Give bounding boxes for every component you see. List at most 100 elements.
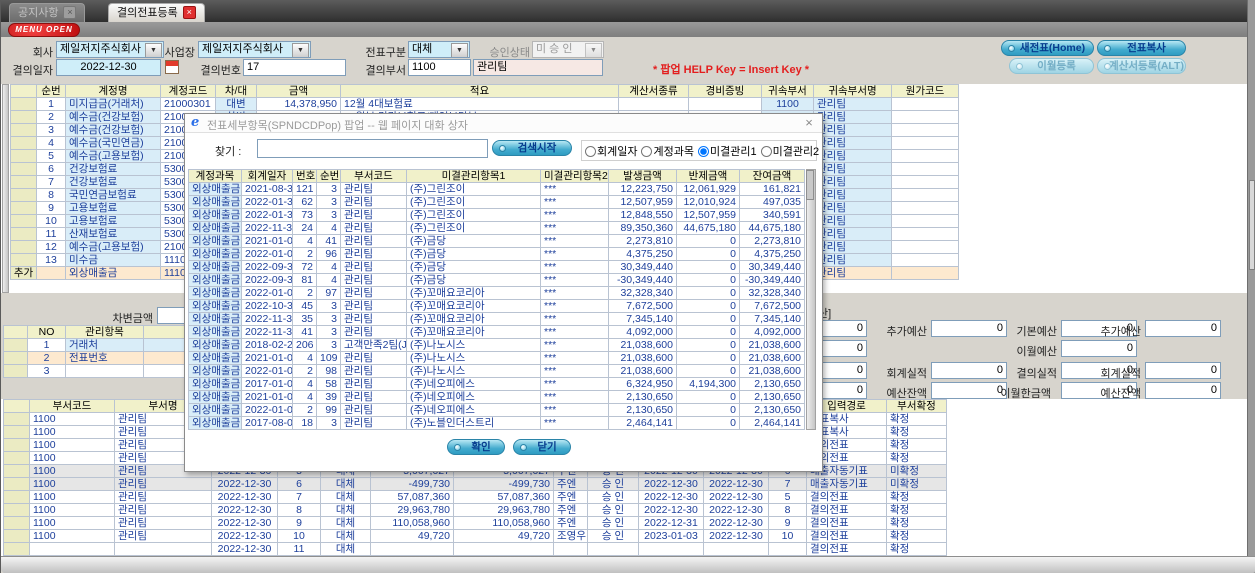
cell: 2022-12-30 bbox=[703, 503, 769, 517]
find-input[interactable] bbox=[257, 139, 488, 158]
table-row[interactable]: 외상매출금2022-10-31453관리팀(주)꼬매요코리아***7,672,5… bbox=[188, 299, 805, 313]
radio-icon[interactable] bbox=[585, 146, 596, 157]
cell: 57,087,360 bbox=[370, 490, 454, 504]
table-row[interactable]: 외상매출금2022-01-31733관리팀(주)그린조이***12,848,55… bbox=[188, 208, 805, 222]
cell: 4 bbox=[292, 351, 317, 365]
table-row[interactable]: 2022-12-30 11 대체 결의전표 확정 bbox=[3, 542, 947, 556]
radio-icon[interactable] bbox=[760, 146, 772, 157]
table-row[interactable]: 외상매출금2017-01-00458관리팀(주)네오피에스***6,324,95… bbox=[188, 377, 805, 391]
tab-notice[interactable]: 공지사항 × bbox=[9, 3, 86, 23]
site-select[interactable]: 제일저지주식회사 ▼ bbox=[198, 41, 311, 58]
table-row[interactable]: 외상매출금2022-11-30353관리팀(주)꼬매요코리아***7,345,1… bbox=[188, 312, 805, 326]
table-row[interactable]: 외상매출금2022-01-00297관리팀(주)꼬매요코리아***32,328,… bbox=[188, 286, 805, 300]
budget-value-field[interactable]: 0 bbox=[931, 320, 1007, 337]
table-row[interactable]: 1100 관리팀 2022-12-30 10 대체 49,720 49,720 조영우 승 인2… bbox=[3, 529, 947, 543]
cell: 58 bbox=[316, 377, 341, 391]
budget-value-field[interactable]: 0 bbox=[931, 362, 1007, 379]
cell bbox=[3, 477, 30, 491]
chevron-down-icon[interactable]: ▼ bbox=[292, 43, 309, 57]
cell: 외상매출금 bbox=[188, 351, 242, 365]
table-row[interactable]: 1100 관리팀 2022-12-30 6 대체 -499,730 -499,730 주엔 승 … bbox=[3, 477, 947, 491]
tab-slip-register[interactable]: 결의전표등록 × bbox=[108, 3, 205, 23]
radio-2[interactable]: 계정과목 bbox=[641, 146, 694, 158]
radio-icon[interactable] bbox=[641, 146, 653, 157]
table-row[interactable]: 외상매출금2022-11-30413관리팀(주)꼬매요코리아***4,092,0… bbox=[188, 325, 805, 339]
table-row[interactable]: 1100 관리팀 2022-12-30 7 대체 57,087,360 57,087,360… bbox=[3, 490, 947, 504]
cell bbox=[10, 110, 37, 124]
table-row[interactable]: 외상매출금2017-08-01183관리팀(주)노블인더스트리***2,464,… bbox=[188, 416, 805, 430]
budget-value-field[interactable]: 0 bbox=[1061, 340, 1137, 357]
table-row[interactable]: 외상매출금2022-01-00298관리팀(주)나노시스***21,038,60… bbox=[188, 364, 805, 378]
table-row[interactable]: 외상매출금2021-08-311213관리팀(주)그린조이***12,223,7… bbox=[188, 182, 805, 196]
cell bbox=[891, 110, 959, 124]
cell: (주)금당 bbox=[406, 247, 541, 261]
table-row[interactable]: 1100 관리팀 2022-12-30 9 대체 110,058,960 110,058,9… bbox=[3, 516, 947, 530]
table-row[interactable]: 외상매출금2022-01-00299관리팀(주)네오피에스***2,130,65… bbox=[188, 403, 805, 417]
tab-close-icon[interactable]: × bbox=[182, 6, 196, 19]
popup-scrollbar-thumb[interactable] bbox=[806, 170, 814, 200]
budget-value-field[interactable]: 0 bbox=[1145, 320, 1221, 337]
cell bbox=[891, 266, 959, 280]
search-start-button[interactable]: 검색시작 bbox=[492, 140, 572, 156]
popup-scrollbar[interactable] bbox=[806, 169, 816, 430]
chevron-down-icon[interactable]: ▼ bbox=[451, 43, 468, 57]
cell: 2022-12-30 bbox=[211, 490, 278, 504]
table-row[interactable]: 외상매출금2022-01-00296관리팀(주)금당***4,375,25004… bbox=[188, 247, 805, 261]
slip-dept-name-field: 관리팀 bbox=[473, 59, 603, 76]
company-select[interactable]: 제일저지주식회사 ▼ bbox=[56, 41, 164, 58]
cell: 관리팀 bbox=[813, 97, 892, 111]
table-row[interactable]: 외상매출금2022-09-30724관리팀(주)금당***30,349,4400… bbox=[188, 260, 805, 274]
budget-value-field[interactable]: 0 bbox=[1145, 362, 1221, 379]
slip-type-select[interactable]: 대체 ▼ bbox=[408, 41, 470, 58]
slip-dept-code-input[interactable]: 1100 bbox=[408, 59, 471, 76]
table-row[interactable]: 외상매출금2022-01-31623관리팀(주)그린조이***12,507,95… bbox=[188, 195, 805, 209]
radio-4[interactable]: 미결관리2 bbox=[760, 146, 819, 158]
main-grid-scrollbar[interactable] bbox=[2, 84, 9, 293]
close-icon[interactable]: × bbox=[802, 116, 816, 130]
radio-icon[interactable] bbox=[697, 146, 709, 157]
cell: 2,130,650 bbox=[739, 403, 805, 417]
copy-slip-button[interactable]: 전표복사 bbox=[1097, 40, 1186, 56]
table-row[interactable]: 1 미지급금(거래처) 21000301 대변 14,378,950 12월 4대보험료 1… bbox=[10, 97, 959, 111]
cell: 확정 bbox=[886, 490, 947, 504]
window-scrollbar-thumb[interactable] bbox=[1249, 180, 1255, 270]
table-row[interactable]: 외상매출금2022-09-30814관리팀(주)금당***-30,349,440… bbox=[188, 273, 805, 287]
table-row[interactable]: 외상매출금2021-01-004109관리팀(주)나노시스***21,038,6… bbox=[188, 351, 805, 365]
column-header: 잔여금액 bbox=[739, 169, 805, 183]
popup-title-bar[interactable]: e 전표세부항목(SPNDCDPop) 팝업 -- 웹 페이지 대화 상자 × bbox=[185, 114, 822, 133]
slip-no-input[interactable]: 17 bbox=[243, 59, 346, 76]
cell: 0 bbox=[676, 234, 740, 248]
cell: 1100 bbox=[29, 464, 115, 478]
cell: 110,058,960 bbox=[453, 516, 554, 530]
radio-3[interactable]: 미결관리1 bbox=[697, 146, 757, 158]
table-row[interactable]: 외상매출금2021-01-00441관리팀(주)금당***2,273,81002… bbox=[188, 234, 805, 248]
menu-open-button[interactable]: MENU OPEN bbox=[8, 23, 80, 37]
cell: 81 bbox=[292, 273, 317, 287]
calendar-icon[interactable] bbox=[165, 60, 179, 74]
slip-dept-label: 결의부서 bbox=[365, 65, 406, 77]
cell: 0 bbox=[676, 299, 740, 313]
cell: 21,038,600 bbox=[739, 364, 805, 378]
new-slip-button[interactable]: 새전표(Home) bbox=[1001, 40, 1094, 56]
table-row[interactable]: 외상매출금2021-01-00439관리팀(주)네오피에스***2,130,65… bbox=[188, 390, 805, 404]
table-row[interactable]: 1100 관리팀 2022-12-30 8 대체 29,963,780 29,963,780… bbox=[3, 503, 947, 517]
radio-1[interactable]: 회계일자 bbox=[585, 146, 637, 158]
table-row[interactable]: 외상매출금2018-02-282063고객만족2팀(J2(주)나노시스***21… bbox=[188, 338, 805, 352]
budget-value-field[interactable]: 0 bbox=[931, 382, 1007, 399]
column-header bbox=[10, 84, 37, 98]
tab-close-icon[interactable]: × bbox=[63, 6, 77, 19]
cell: 24 bbox=[292, 221, 317, 235]
confirm-button[interactable]: 확인 bbox=[447, 439, 505, 455]
table-row[interactable]: 외상매출금2022-11-30244관리팀(주)그린조이***89,350,36… bbox=[188, 221, 805, 235]
cell: 미수금 bbox=[65, 253, 161, 267]
cell: 3 bbox=[316, 416, 341, 430]
slip-date-input[interactable]: 2022-12-30 bbox=[56, 59, 161, 76]
cell: 121 bbox=[292, 182, 317, 196]
budget-value-field[interactable]: 0 bbox=[1145, 382, 1221, 399]
cell: 2,273,810 bbox=[739, 234, 805, 248]
cancel-button[interactable]: 닫기 bbox=[513, 439, 571, 455]
cell: (주)그린조이 bbox=[406, 195, 541, 209]
status-bar bbox=[1, 556, 1255, 573]
column-header: 발생금액 bbox=[608, 169, 677, 183]
cell bbox=[891, 136, 959, 150]
